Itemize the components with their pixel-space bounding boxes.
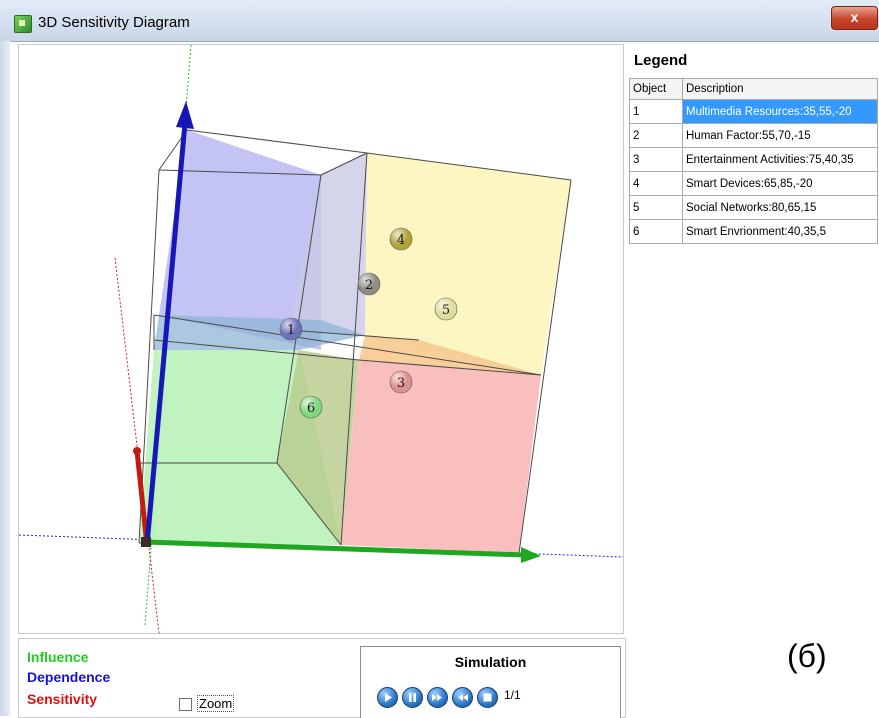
sensitivity-label: Sensitivity bbox=[27, 691, 98, 707]
figure-label: (б) bbox=[787, 638, 827, 674]
simulation-panel: Simulation 1/1 bbox=[360, 646, 621, 718]
play-icon bbox=[385, 693, 392, 702]
app-icon bbox=[14, 15, 32, 33]
3d-diagram-viewport[interactable]: 1 2 3 4 5 6 bbox=[18, 44, 624, 634]
legend-row[interactable]: 6 Smart Envrionment:40,35,5 bbox=[629, 219, 878, 244]
title-bar: 3D Sensitivity Diagram x bbox=[0, 0, 879, 42]
legend-row[interactable]: 1 Multimedia Resources:35,55,-20 bbox=[629, 99, 878, 124]
legend-row[interactable]: 2 Human Factor:55,70,-15 bbox=[629, 123, 878, 148]
legend-object-id: 4 bbox=[629, 171, 683, 196]
zoom-label[interactable]: Zoom bbox=[197, 695, 235, 712]
legend-row[interactable]: 5 Social Networks:80,65,15 bbox=[629, 195, 878, 220]
legend-object-id: 2 bbox=[629, 123, 683, 148]
legend-column-object[interactable]: Object bbox=[629, 78, 683, 100]
dependence-axis-arrowhead bbox=[176, 101, 194, 129]
object-marker-4[interactable]: 4 bbox=[389, 227, 413, 251]
object-marker-label: 6 bbox=[307, 401, 315, 416]
object-marker-6[interactable]: 6 bbox=[299, 395, 323, 419]
rewind-button[interactable] bbox=[452, 687, 473, 708]
window-frame-edge bbox=[0, 41, 10, 716]
influence-label: Influence bbox=[27, 649, 89, 665]
legend-object-id: 6 bbox=[629, 219, 683, 244]
sensitivity-axis-tip bbox=[133, 447, 141, 455]
legend-row[interactable]: 4 Smart Devices:65,85,-20 bbox=[629, 171, 878, 196]
zoom-checkbox[interactable] bbox=[179, 698, 192, 711]
legend-object-id: 5 bbox=[629, 195, 683, 220]
object-marker-2[interactable]: 2 bbox=[357, 272, 381, 296]
fast-forward-icon bbox=[432, 694, 442, 701]
play-button[interactable] bbox=[377, 687, 398, 708]
legend-description: Human Factor:55,70,-15 bbox=[682, 123, 878, 148]
stop-icon bbox=[483, 693, 492, 702]
simulation-frame-counter: 1/1 bbox=[504, 688, 521, 702]
legend-description: Smart Devices:65,85,-20 bbox=[682, 171, 878, 196]
legend-description: Multimedia Resources:35,55,-20 bbox=[682, 99, 878, 124]
axis-origin bbox=[141, 537, 151, 547]
pause-button[interactable] bbox=[402, 687, 423, 708]
region-bottom-right bbox=[341, 360, 541, 553]
pause-icon bbox=[409, 693, 416, 702]
legend-description: Entertainment Activities:75,40,35 bbox=[682, 147, 878, 172]
dependence-label: Dependence bbox=[27, 669, 111, 685]
legend-object-id: 1 bbox=[629, 99, 683, 124]
legend-description: Smart Envrionment:40,35,5 bbox=[682, 219, 878, 244]
simulation-title: Simulation bbox=[454, 654, 527, 670]
object-marker-3[interactable]: 3 bbox=[389, 370, 413, 394]
legend-object-id: 3 bbox=[629, 147, 683, 172]
object-marker-label: 1 bbox=[287, 323, 295, 338]
close-button[interactable]: x bbox=[831, 6, 878, 30]
object-marker-label: 4 bbox=[397, 233, 405, 248]
influence-axis-arrowhead bbox=[521, 547, 541, 563]
legend-title: Legend bbox=[634, 52, 688, 69]
legend-description: Social Networks:80,65,15 bbox=[682, 195, 878, 220]
object-marker-5[interactable]: 5 bbox=[434, 297, 458, 321]
window-title: 3D Sensitivity Diagram bbox=[38, 14, 190, 31]
object-marker-label: 2 bbox=[365, 278, 373, 293]
object-marker-label: 3 bbox=[397, 376, 405, 391]
control-panel: Influence Dependence Sensitivity Zoom Si… bbox=[18, 638, 626, 718]
legend-row[interactable]: 3 Entertainment Activities:75,40,35 bbox=[629, 147, 878, 172]
object-marker-label: 5 bbox=[442, 303, 450, 318]
legend-column-description[interactable]: Description bbox=[682, 78, 878, 100]
stop-button[interactable] bbox=[477, 687, 498, 708]
rewind-icon bbox=[458, 694, 468, 701]
fast-forward-button[interactable] bbox=[427, 687, 448, 708]
object-marker-1[interactable]: 1 bbox=[279, 317, 303, 341]
legend-table[interactable]: Object Description 1 Multimedia Resources… bbox=[629, 78, 878, 244]
